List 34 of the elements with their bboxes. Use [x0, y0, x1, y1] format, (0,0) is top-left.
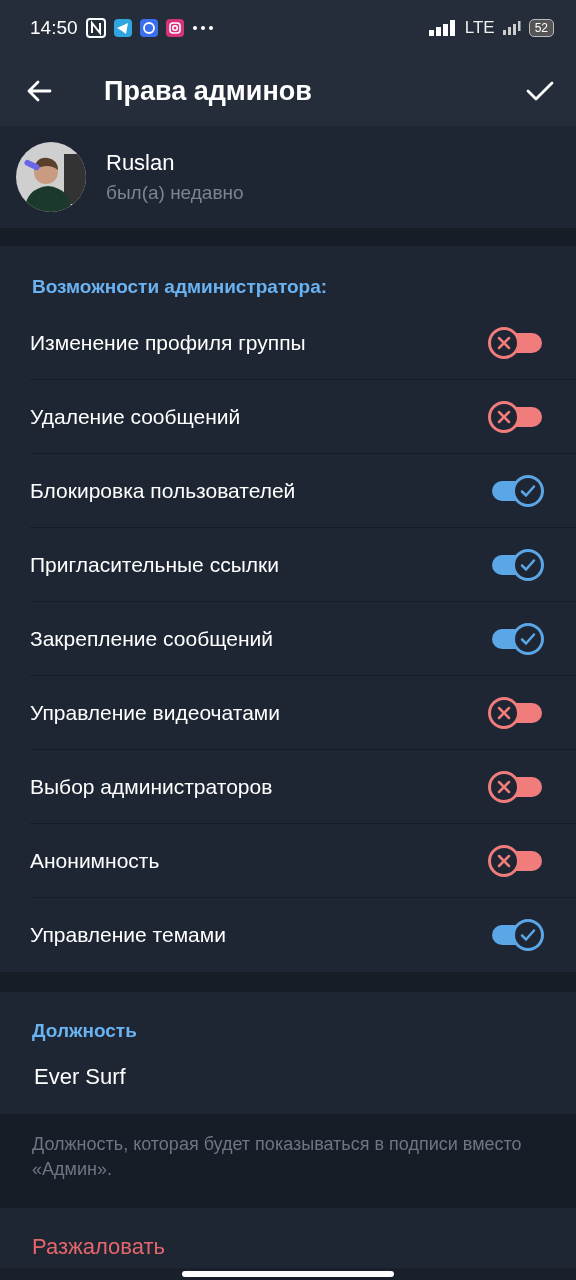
permission-label: Управление видеочатами: [30, 700, 280, 725]
section-title: Должность: [31, 1019, 138, 1042]
signal-icon: [428, 20, 457, 36]
toggle-switch[interactable]: [488, 844, 544, 877]
permission-label: Управление темами: [30, 923, 226, 947]
app-icon: [139, 19, 158, 37]
paper-plane-icon: [113, 19, 132, 37]
permission-label: Изменение профиля группы: [30, 330, 306, 355]
permission-label: Удаление сообщений: [30, 404, 241, 429]
signal-icon: [502, 21, 521, 35]
camera-icon: [165, 19, 184, 37]
permission-label: Пригласительные ссылки: [30, 552, 279, 577]
check-icon: [519, 926, 537, 944]
battery-indicator: 52: [528, 19, 554, 37]
network-type: LTE: [464, 18, 495, 38]
back-arrow-icon[interactable]: [26, 80, 52, 102]
permission-label: Анонимность: [30, 848, 160, 873]
toggle-switch[interactable]: [488, 770, 544, 803]
dismiss-admin-button[interactable]: Разжаловать: [0, 1208, 576, 1268]
user-name: Ruslan: [106, 150, 176, 176]
position-field[interactable]: Ever Surf: [0, 1042, 576, 1114]
toggle-switch[interactable]: [488, 400, 544, 433]
toggle-switch[interactable]: [488, 696, 544, 729]
screen-title: Права админов: [104, 75, 313, 107]
permission-label: Закрепление сообщений: [30, 626, 273, 651]
user-status: был(а) недавно: [106, 182, 244, 204]
checkmark-icon[interactable]: [526, 80, 554, 102]
toggle-switch[interactable]: [488, 326, 544, 359]
nfc-icon: [85, 18, 106, 38]
more-icon: [191, 25, 214, 31]
permission-label: Блокировка пользователей: [30, 478, 296, 503]
section-title: Возможности администратора:: [31, 275, 329, 299]
permission-label: Выбор администраторов: [30, 774, 273, 799]
status-time: 14:50: [30, 17, 78, 39]
